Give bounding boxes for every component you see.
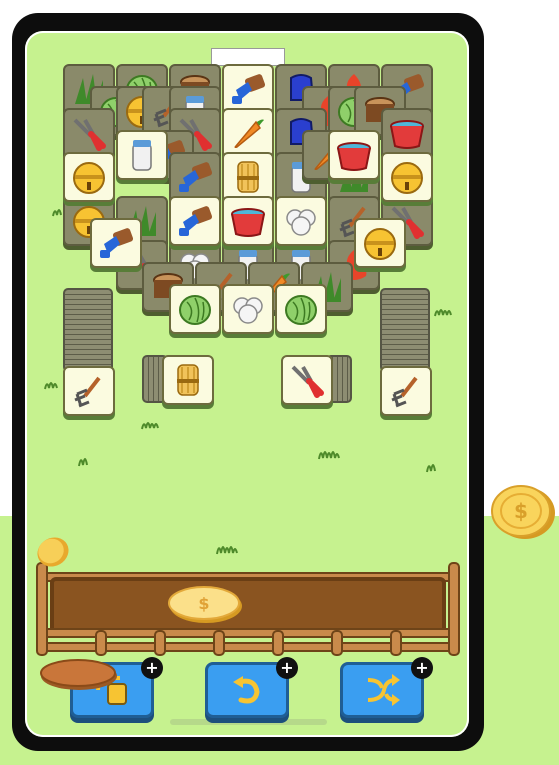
board-tile[interactable] xyxy=(63,366,115,416)
board-tile xyxy=(169,152,221,202)
coin-icon: $ xyxy=(491,485,555,539)
svg-text:$: $ xyxy=(198,594,209,613)
shuffle-icon xyxy=(367,674,400,706)
fence-post xyxy=(154,630,166,656)
fence-post xyxy=(213,630,225,656)
grass-decoration xyxy=(426,464,436,473)
grass-decoration xyxy=(216,546,238,555)
milk-jar-icon xyxy=(122,136,162,174)
grass-decoration xyxy=(141,422,159,430)
cotton-icon xyxy=(228,290,268,328)
board-tile[interactable] xyxy=(354,218,406,268)
board-tile[interactable] xyxy=(169,284,221,334)
grass-decoration xyxy=(78,458,88,467)
fence-post xyxy=(36,562,48,656)
tile-stack-right xyxy=(380,288,430,372)
fence-post xyxy=(448,562,460,656)
board-tile[interactable] xyxy=(169,196,221,246)
cabbage-icon xyxy=(281,290,321,328)
fence-post xyxy=(272,630,284,656)
add-shuffle-badge[interactable]: + xyxy=(411,657,433,679)
carrot-icon xyxy=(228,114,268,152)
board-tile[interactable] xyxy=(162,355,214,405)
board-tile[interactable] xyxy=(222,152,274,202)
pitchfork-icon xyxy=(386,372,426,410)
board-tile[interactable] xyxy=(380,366,432,416)
fence-post xyxy=(95,630,107,656)
board-tile[interactable] xyxy=(275,284,327,334)
brush-icon xyxy=(228,70,268,108)
tile-stack-left xyxy=(63,288,113,372)
brush-icon xyxy=(175,202,215,240)
board-tile[interactable] xyxy=(90,218,142,268)
bucket-icon xyxy=(228,202,268,240)
wheat-icon xyxy=(228,158,268,196)
pitchfork-icon xyxy=(69,372,109,410)
board-tile[interactable] xyxy=(328,130,380,180)
bell-icon xyxy=(69,158,109,196)
fence-post xyxy=(390,630,402,656)
board-tile[interactable] xyxy=(222,64,274,114)
board-tile xyxy=(63,108,115,158)
shears-icon xyxy=(287,361,327,399)
coin-icon: $ xyxy=(168,586,242,623)
coin-icon xyxy=(40,659,117,690)
add-undo-tile-badge[interactable]: + xyxy=(141,657,163,679)
coin-icon xyxy=(37,537,69,567)
board-tile[interactable] xyxy=(222,284,274,334)
bell-icon xyxy=(387,158,427,196)
wheat-icon xyxy=(168,361,208,399)
bucket-icon xyxy=(334,136,374,174)
fence-post xyxy=(331,630,343,656)
board-tile[interactable] xyxy=(381,152,433,202)
undo-arrow-icon xyxy=(233,676,260,704)
cotton-icon xyxy=(281,202,321,240)
cabbage-icon xyxy=(175,290,215,328)
home-indicator xyxy=(170,719,327,725)
grass-decoration xyxy=(434,309,452,317)
grass-decoration xyxy=(44,382,58,390)
bell-icon xyxy=(360,224,400,262)
board-tile[interactable] xyxy=(63,152,115,202)
tile-tray xyxy=(50,577,446,635)
board-tile[interactable] xyxy=(281,355,333,405)
add-undo-badge[interactable]: + xyxy=(276,657,298,679)
brush-icon xyxy=(96,224,136,262)
board-tile[interactable] xyxy=(222,196,274,246)
svg-text:$: $ xyxy=(514,499,528,523)
board-tile[interactable] xyxy=(275,196,327,246)
board-tile[interactable] xyxy=(222,108,274,158)
board-tile[interactable] xyxy=(116,130,168,180)
board-tile xyxy=(381,108,433,158)
grass-decoration xyxy=(318,451,340,460)
